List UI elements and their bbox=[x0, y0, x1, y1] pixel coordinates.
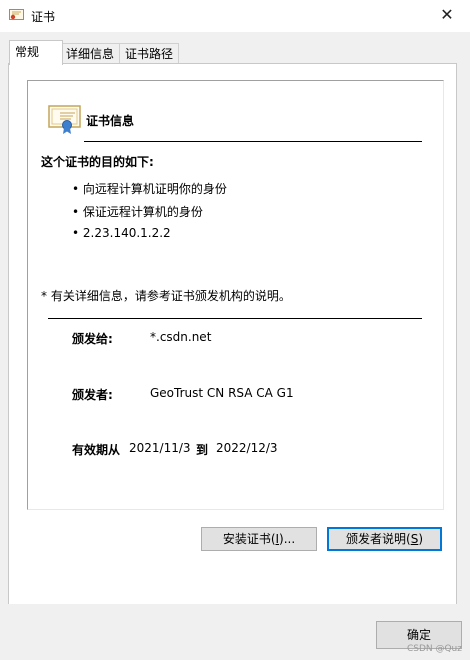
issued-by-value: GeoTrust CN RSA CA G1 bbox=[150, 386, 294, 400]
divider bbox=[84, 141, 422, 142]
install-certificate-button[interactable]: 安装证书(I)... bbox=[201, 527, 317, 551]
valid-to-value: 2022/12/3 bbox=[216, 441, 278, 455]
close-icon: ✕ bbox=[440, 5, 454, 24]
tab-label: 详细信息 bbox=[66, 47, 115, 61]
button-label-suffix: ) bbox=[418, 532, 423, 546]
issued-by-label: 颁发者: bbox=[72, 388, 113, 402]
title-bar: 证书 ✕ bbox=[0, 0, 470, 32]
button-label: 确定 bbox=[406, 628, 431, 642]
purpose-item: • 保证远程计算机的身份 bbox=[72, 205, 203, 219]
watermark: CSDN @Quz bbox=[406, 644, 462, 654]
tab-label: 证书路径 bbox=[125, 47, 174, 61]
valid-from-value: 2021/11/3 bbox=[129, 441, 191, 455]
validity-label: 有效期从 bbox=[72, 443, 121, 457]
issued-to-label: 颁发给: bbox=[72, 332, 113, 346]
button-label: 颁发者说明( bbox=[346, 532, 411, 546]
certificate-icon bbox=[9, 9, 24, 22]
details-note: * 有关详细信息，请参考证书颁发机构的说明。 bbox=[41, 289, 291, 303]
tab-details[interactable]: 详细信息 bbox=[60, 43, 121, 64]
tab-general[interactable]: 常规 bbox=[9, 40, 63, 65]
divider bbox=[48, 318, 422, 319]
purpose-item: • 向远程计算机证明你的身份 bbox=[72, 182, 227, 196]
button-label: 安装证书( bbox=[222, 532, 276, 546]
validity-to-label: 到 bbox=[196, 443, 209, 457]
issuer-statement-button[interactable]: 颁发者说明(S) bbox=[327, 527, 442, 551]
certificate-icon bbox=[48, 105, 82, 135]
general-panel: 证书信息 这个证书的目的如下: • 向远程计算机证明你的身份 • 保证远程计算机… bbox=[8, 63, 457, 605]
issued-to-value: *.csdn.net bbox=[150, 330, 212, 344]
certificate-info-heading: 证书信息 bbox=[86, 114, 135, 128]
close-button[interactable]: ✕ bbox=[424, 0, 470, 32]
certificate-info-box: 证书信息 这个证书的目的如下: • 向远程计算机证明你的身份 • 保证远程计算机… bbox=[27, 80, 444, 510]
tab-certification-path[interactable]: 证书路径 bbox=[119, 43, 180, 64]
button-label-suffix: )... bbox=[279, 532, 296, 546]
tab-label: 常规 bbox=[15, 45, 40, 59]
dialog-footer: 确定 CSDN @Quz bbox=[0, 604, 470, 660]
purpose-item: • 2.23.140.1.2.2 bbox=[72, 226, 171, 240]
purpose-heading: 这个证书的目的如下: bbox=[41, 155, 154, 169]
window-title: 证书 bbox=[31, 10, 56, 24]
